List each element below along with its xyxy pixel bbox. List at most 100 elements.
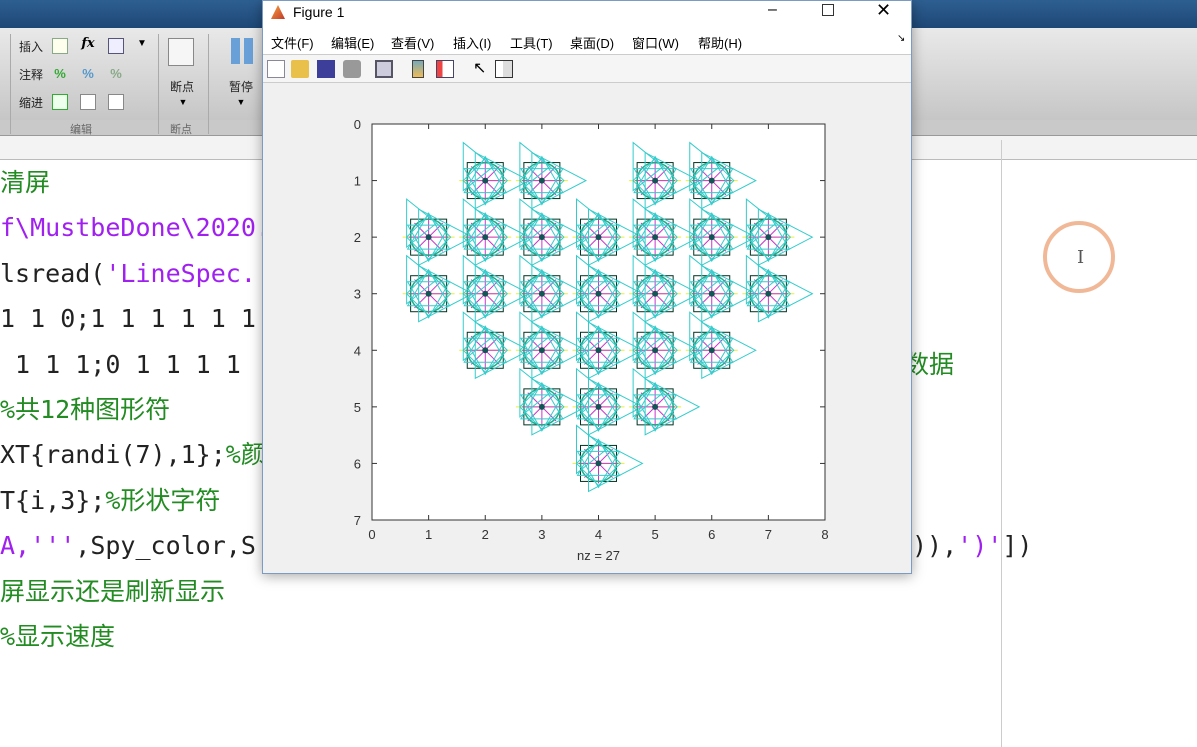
code-token: ')' [957,531,1003,560]
code-line: 1 1 0;1 1 1 1 1 1 [0,304,256,334]
menu-window[interactable]: 窗口(W) [632,33,679,52]
x-tick-label: 2 [482,527,489,542]
close-button[interactable]: ✕ [876,0,891,21]
code-line: %显示速度 [0,622,115,652]
link-plot-icon[interactable] [375,60,393,78]
code-token: 1 1 0;1 1 1 1 1 1 [0,304,256,334]
pause-dropdown-icon[interactable]: ▼ [233,94,249,110]
spy-plot[interactable]: 0 1 2 3 4 5 6 7 8 0 1 2 3 4 5 6 7 nz = 27 [263,85,911,573]
comment-icon[interactable]: % [52,66,68,82]
breakpoint-dropdown-icon[interactable]: ▼ [175,94,191,110]
pause-button[interactable]: 暂停 [229,78,253,95]
code-token: ,Spy_color,S [75,531,256,561]
ribbon-comment-label: 注释 [19,68,44,82]
code-fragment-end: )),')']) [912,531,1032,561]
legend-icon[interactable] [436,60,454,78]
insert-section-icon[interactable] [52,38,68,54]
menu-tools[interactable]: 工具(T) [510,33,553,52]
new-file-icon[interactable] [267,60,285,78]
code-token: T{i,3}; [0,485,106,515]
code-token: A,''' [0,531,76,561]
divider [158,34,159,134]
code-line: 清屏 [0,168,50,198]
divider [208,34,209,134]
code-token: XT{randi(7),1}; [0,440,226,470]
code-token: %共12种图形符 [0,395,171,424]
pointer-icon[interactable]: ↖ [473,60,491,78]
smart-indent-icon[interactable] [52,94,68,110]
y-tick-label: 5 [354,400,361,415]
code-token: ]) [1002,531,1033,560]
x-tick-label: 6 [708,527,715,542]
code-token: 清屏 [0,168,51,197]
y-tick-label: 7 [354,513,361,528]
menu-help[interactable]: 帮助(H) [698,33,742,52]
code-line: T{i,3};%形状字符 [0,486,220,516]
x-tick-label: 5 [652,527,659,542]
y-tick-label: 2 [354,230,361,245]
menu-file[interactable]: 文件(F) [271,33,314,52]
code-line: 1 1 1;0 1 1 1 1 [0,350,241,380]
pause-icon[interactable] [231,38,253,64]
figure-toolbar: ↖ [263,55,911,83]
matlab-logo-icon [271,5,285,19]
x-tick-label: 8 [821,527,828,542]
y-tick-label: 6 [354,456,361,471]
code-token: %颜 [225,440,266,470]
print-icon[interactable] [343,60,361,78]
save-icon[interactable] [317,60,335,78]
code-line: lsread('LineSpec. [0,259,256,289]
ribbon-indent-label: 缩进 [19,96,44,110]
code-token: lsread( [0,258,106,288]
y-tick-label: 1 [354,174,361,189]
maximize-button[interactable] [822,4,834,16]
figure-title-bar: Figure 1 – ✕ [263,0,911,23]
y-tick-label: 3 [354,287,361,302]
figure-menu-bar: 文件(F) 编辑(E) 查看(V) 插入(I) 工具(T) 桌面(D) 窗口(W… [263,23,911,55]
y-tick-label: 4 [354,343,361,358]
dock-arrow-icon[interactable]: ↘ [897,33,905,44]
menu-view[interactable]: 查看(V) [391,33,434,52]
code-line: %共12种图形符 [0,395,170,425]
code-token: 'LineSpec. [105,258,256,288]
figure-title: Figure 1 [293,4,345,20]
y-tick-label: 0 [354,117,361,132]
code-token: 屏显示还是刷新显示 [0,576,226,606]
group-edit-label: 编辑 [70,124,92,136]
menu-desktop[interactable]: 桌面(D) [570,33,614,52]
breakpoint-icon[interactable] [168,38,194,66]
code-token: )), [912,531,958,560]
code-token: %显示速度 [0,622,116,651]
decrease-indent-icon[interactable] [108,94,124,110]
x-tick-label: 7 [765,527,772,542]
menu-edit[interactable]: 编辑(E) [331,33,374,52]
code-line: f\MustbeDone\2020. [0,213,271,243]
menu-insert[interactable]: 插入(I) [453,33,491,52]
x-tick-label: 0 [368,527,375,542]
minimize-button[interactable]: – [768,1,777,19]
divider [10,34,11,134]
x-tick-label: 4 [595,527,602,542]
dropdown-arrow-icon[interactable]: ▼ [134,36,150,52]
code-token: f\MustbeDone\2020. [0,213,271,243]
code-line: 屏显示还是刷新显示 [0,577,225,607]
code-line: A,''',Spy_color,S [0,531,256,561]
increase-indent-icon[interactable] [80,94,96,110]
code-token: %形状字符 [105,485,221,515]
open-folder-icon[interactable] [291,60,309,78]
figure-window: Figure 1 – ✕ 文件(F) 编辑(E) 查看(V) 插入(I) 工具(… [262,0,912,574]
x-tick-label: 3 [538,527,545,542]
insert-function-icon[interactable] [108,38,124,54]
property-editor-icon[interactable] [495,60,513,78]
code-token: 1 1 1;0 1 1 1 1 [0,349,241,379]
group-breakpoint-label: 断点 [170,124,192,136]
wrap-comment-icon[interactable]: % [108,66,124,82]
uncomment-icon[interactable]: % [80,66,96,82]
colorbar-icon[interactable] [412,60,424,78]
breakpoint-button[interactable]: 断点 [170,78,194,95]
x-tick-label: 1 [425,527,432,542]
fx-icon[interactable]: fx [80,36,96,52]
right-margin-line [1001,140,1002,747]
x-axis-label: nz = 27 [577,548,620,563]
text-cursor-icon: I [1077,247,1085,268]
